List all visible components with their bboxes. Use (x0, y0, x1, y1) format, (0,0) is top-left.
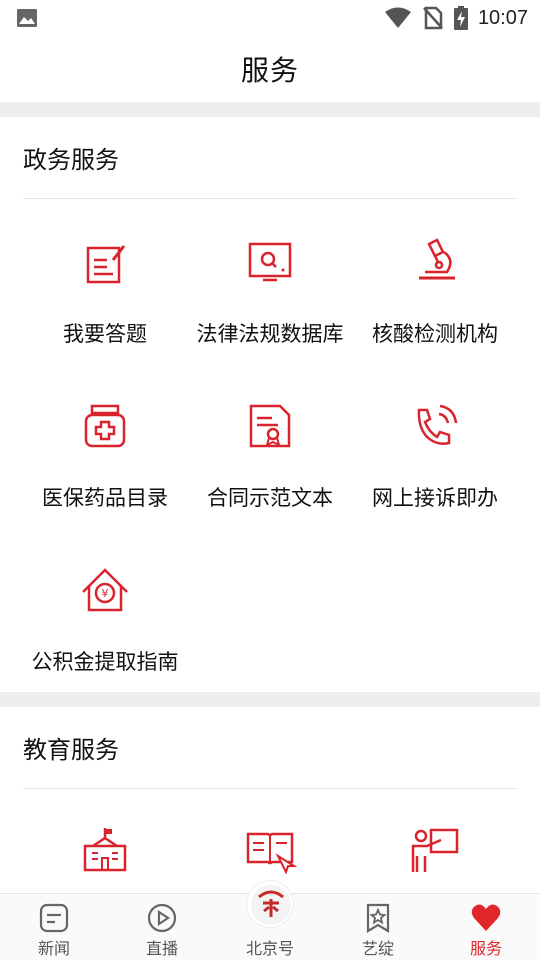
service-label: 核酸检测机构 (372, 322, 498, 346)
news-icon (39, 903, 69, 933)
teacher-board-icon (411, 828, 459, 872)
status-bar: 10:07 (0, 0, 540, 36)
wifi-icon (384, 7, 411, 28)
section-title-education: 教育服务 (23, 730, 119, 769)
service-label: 医保药品目录 (42, 486, 168, 510)
microscope-icon (419, 238, 455, 280)
section-divider (23, 788, 517, 789)
play-icon (147, 903, 177, 933)
no-sim-icon (423, 6, 443, 30)
service-tile-medicine-catalog[interactable]: 医保药品目录 (15, 402, 195, 552)
contract-document-icon (249, 404, 291, 448)
battery-charging-icon (453, 6, 468, 30)
reading-book-icon (246, 832, 298, 875)
section-separator (0, 692, 540, 707)
heart-icon (471, 904, 501, 931)
service-label: 合同示范文本 (207, 486, 333, 510)
image-notification-icon (17, 9, 37, 27)
service-tile-contract-template[interactable]: 合同示范文本 (180, 402, 360, 552)
svg-text:¥: ¥ (102, 587, 109, 600)
beijing-logo-icon (246, 880, 294, 928)
service-tile-school[interactable] (15, 826, 195, 890)
page-header: 服务 (0, 36, 540, 102)
service-tile-nucleic-test[interactable]: 核酸检测机构 (345, 238, 525, 388)
service-tile-answer-quiz[interactable]: 我要答题 (15, 238, 195, 388)
service-tile-teacher[interactable] (345, 826, 525, 890)
nav-label: 直播 (145, 939, 178, 958)
nav-item-live[interactable]: 直播 (108, 894, 216, 960)
service-label: 法律法规数据库 (196, 322, 344, 346)
phone-call-icon (417, 404, 458, 445)
nav-label: 艺绽 (361, 939, 394, 958)
section-separator (0, 102, 540, 117)
nav-item-service[interactable]: 服务 (432, 894, 540, 960)
service-tile-law-database[interactable]: 法律法规数据库 (180, 238, 360, 388)
page-title: 服务 (240, 54, 299, 87)
status-time: 10:07 (477, 6, 528, 29)
nav-item-news[interactable]: 新闻 (0, 894, 108, 960)
star-bookmark-icon (366, 903, 390, 933)
section-divider (23, 198, 517, 199)
school-building-icon (83, 828, 127, 872)
section-title-government: 政务服务 (23, 140, 119, 179)
service-tile-online-complaint[interactable]: 网上接诉即办 (345, 402, 525, 552)
nav-item-beijing-hao[interactable]: 北京号 (216, 880, 324, 960)
nav-label: 北京号 (245, 939, 294, 958)
house-fund-icon: ¥ (82, 568, 128, 612)
nav-label: 服务 (469, 939, 502, 958)
medicine-bottle-icon (84, 404, 126, 448)
nav-item-yizhan[interactable]: 艺绽 (324, 894, 432, 960)
edit-note-icon (86, 245, 126, 284)
monitor-search-icon (248, 242, 292, 282)
nav-label: 新闻 (37, 939, 70, 958)
service-label: 我要答题 (63, 322, 147, 346)
service-label: 网上接诉即办 (372, 486, 498, 510)
bottom-navigation: 新闻 直播 北京号 艺绽 服务 (0, 880, 540, 960)
service-label: 公积金提取指南 (31, 650, 179, 674)
